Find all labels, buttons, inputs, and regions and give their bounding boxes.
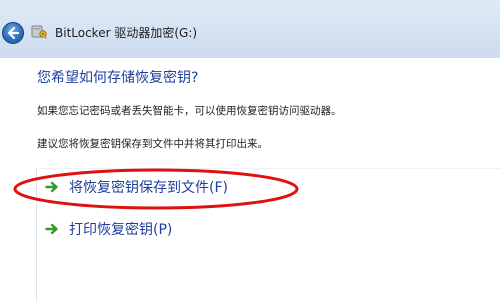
bitlocker-wizard-window: BitLocker 驱动器加密(G:) 您希望如何存储恢复密钥? 如果您忘记密码…: [0, 0, 500, 302]
save-to-file-label: 将恢复密钥保存到文件(F): [69, 180, 228, 196]
recommendation-text: 建议您将恢复密钥保存到文件中并将其打印出来。: [37, 138, 268, 150]
window-title: BitLocker 驱动器加密(G:): [55, 26, 198, 40]
save-to-file-option[interactable]: 将恢复密钥保存到文件(F): [37, 173, 228, 201]
back-arrow-icon: [7, 26, 20, 40]
description-text: 如果您忘记密码或者丢失智能卡，可以使用恢复密钥访问驱动器。: [37, 105, 342, 117]
title-bar: BitLocker 驱动器加密(G:): [0, 0, 500, 58]
back-button[interactable]: [2, 22, 24, 44]
print-recovery-key-label: 打印恢复密钥(P): [69, 222, 173, 238]
page-heading: 您希望如何存储恢复密钥?: [37, 70, 199, 86]
bitlocker-key-icon: [31, 25, 48, 39]
green-arrow-icon: [45, 181, 58, 193]
green-arrow-icon: [45, 223, 58, 235]
print-recovery-key-option[interactable]: 打印恢复密钥(P): [37, 215, 172, 243]
